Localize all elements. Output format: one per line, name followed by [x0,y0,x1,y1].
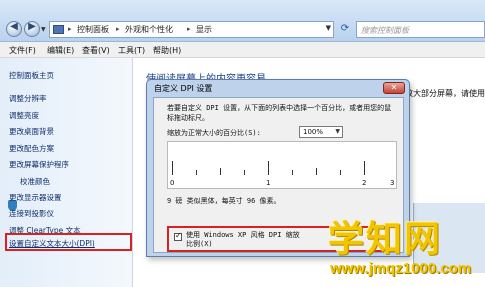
breadcrumb-control-panel[interactable]: 控制面板 [77,24,109,35]
scale-dropdown[interactable]: 100% ▼ [299,126,343,138]
menu-help[interactable]: 帮助(H) [153,45,181,56]
highlight-annotation [5,233,132,251]
forward-arrow-icon: ▶ [28,21,36,32]
sidebar-item-brightness[interactable]: 调整亮度 [9,110,39,121]
breadcrumb-appearance[interactable]: 外观和个性化 [125,24,173,35]
dialog-instruction: 若要自定义 DPI 设置，从下面的列表中选择一个百分比，或者用您的鼠标拖动标尺。 [167,104,392,122]
xp-scaling-label[interactable]: 使用 Windows XP 风格 DPI 缩放比例(X) [186,231,306,249]
ruler-tick [196,170,197,175]
ruler-number: 3 [390,179,395,187]
address-dropdown-icon[interactable]: ▼ [326,24,331,32]
partial-description: 放大部分屏幕，请使用 [405,89,485,98]
address-toolbar: ◀ ▶ ▼ ▸ 控制面板 ▸ 外观和个性化 ▸ 显示 ▼ ⟳ 搜索控制面板 [0,0,485,42]
sidebar-item-resolution[interactable]: 调整分辨率 [9,93,47,104]
scale-value: 100% [303,128,324,136]
dpi-ruler[interactable]: 0 1 2 3 [167,141,397,189]
back-button[interactable]: ◀ [6,21,22,37]
chevron-right-icon: ▸ [116,25,120,33]
checkmark-icon: ✓ [175,231,182,240]
menu-bar: 文件(F) 编辑(E) 查看(V) 工具(T) 帮助(H) [0,42,485,58]
breadcrumb-display[interactable]: 显示 [196,24,212,35]
sidebar: 控制面板主页 调整分辨率 调整亮度 更改桌面背景 更改配色方案 更改屏幕保护程序… [0,58,133,287]
chevron-right-icon: ▸ [187,25,191,33]
search-input[interactable]: 搜索控制面板 [356,21,485,38]
ruler-tick [364,161,365,175]
sidebar-item-color-scheme[interactable]: 更改配色方案 [9,143,54,154]
ruler-number: 0 [170,179,175,187]
address-field[interactable]: ▸ 控制面板 ▸ 外观和个性化 ▸ 显示 ▼ [49,21,334,38]
refresh-icon[interactable]: ⟳ [337,21,353,38]
sidebar-item-background[interactable]: 更改桌面背景 [9,126,54,137]
ruler-tick [268,161,269,175]
chevron-right-icon: ▸ [68,25,72,33]
history-dropdown-icon[interactable]: ▼ [41,26,46,33]
control-panel-icon [53,25,64,34]
watermark-logo: 学知网 [328,219,443,260]
ruler-number: 1 [266,179,271,187]
scale-label: 缩放为正常大小的百分比(S): [167,129,261,137]
ruler-tick [340,170,341,175]
ruler-tick [220,168,221,175]
ruler-tick [316,168,317,175]
menu-edit[interactable]: 编辑(E) [47,45,74,56]
font-size-note: 9 磅 类似黑体，每英寸 96 像素。 [167,197,281,205]
close-icon[interactable]: ✕ [383,82,405,94]
back-arrow-icon: ◀ [10,21,18,32]
menu-tools[interactable]: 工具(T) [118,45,145,56]
menu-file[interactable]: 文件(F) [9,45,36,56]
dialog-title: 自定义 DPI 设置 [154,84,213,93]
sidebar-item-home[interactable]: 控制面板主页 [9,70,54,81]
sidebar-item-calibrate[interactable]: 校准颜色 [20,176,50,187]
forward-button[interactable]: ▶ [24,21,40,37]
watermark-url: www.jmqz1000.com [330,260,472,277]
sidebar-item-screensaver[interactable]: 更改屏幕保护程序 [9,159,69,170]
xp-scaling-checkbox[interactable]: ✓ [174,231,182,241]
sidebar-item-projector[interactable]: 连接到投影仪 [9,208,54,219]
sidebar-item-display-settings[interactable]: 更改显示器设置 [9,192,62,203]
menu-view[interactable]: 查看(V) [82,45,110,56]
ruler-tick [172,161,173,175]
ruler-tick [244,170,245,175]
ruler-number: 2 [362,179,367,187]
ruler-tick [292,170,293,175]
chevron-down-icon: ▼ [335,128,340,135]
search-placeholder: 搜索控制面板 [361,26,409,35]
